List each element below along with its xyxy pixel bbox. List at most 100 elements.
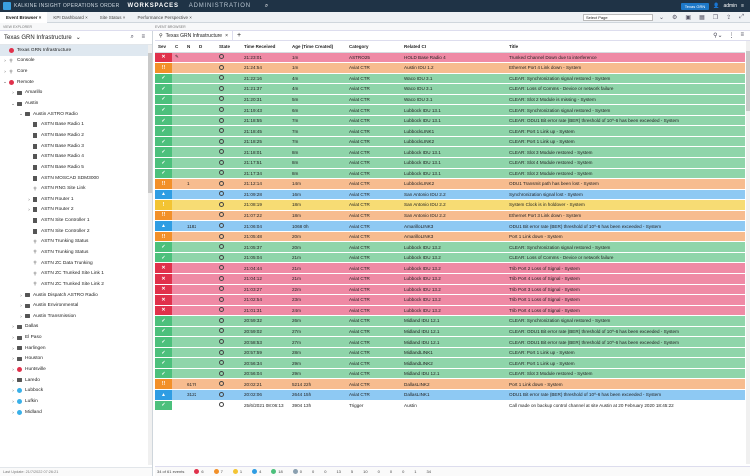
- tree-item[interactable]: › Austin Environmental: [0, 300, 149, 311]
- tree-item[interactable]: ⚲ ASTN ZC Trunked Site Link 2: [0, 279, 149, 290]
- tree-item[interactable]: ⌄ Austin: [0, 98, 149, 109]
- tab-performance-perspective[interactable]: Performance Perspective ×: [131, 12, 197, 23]
- table-row[interactable]: ✓ 20:59:02 27m Aviat CTR Midland IDU 12.1 CLE…: [155, 326, 745, 338]
- table-row[interactable]: ✓ 25/6/2021 08:06:13 3904 13h Trigger Austin…: [155, 400, 745, 412]
- tree-item[interactable]: › Amarillo: [0, 88, 149, 99]
- tree-item[interactable]: ⚲ ASTN RNG Site Link: [0, 183, 149, 194]
- tree-item[interactable]: ASTN Base Radio 3: [0, 141, 149, 152]
- severity-counter[interactable]: 1: [232, 469, 242, 475]
- table-row[interactable]: ✓ 21:05:04 21m Aviat CTR Lubbock IDU 13.2 CLE…: [155, 252, 745, 264]
- events-scrollbar[interactable]: [746, 41, 750, 464]
- table-row[interactable]: ✕ 21:03:27 22m Aviat CTR Lubbock IDU 13.2 Tri…: [155, 284, 745, 296]
- status-counter[interactable]: 13: [336, 469, 340, 474]
- column-header[interactable]: D: [196, 41, 216, 53]
- dropdown-chevron-icon[interactable]: ⌄: [659, 14, 664, 21]
- grid-icon[interactable]: ▦: [699, 14, 705, 21]
- nav-administration[interactable]: ADMINISTRATION: [189, 3, 251, 9]
- tree-item[interactable]: › El Paso: [0, 332, 149, 343]
- tab-kpi-dashboard[interactable]: KPI Dashboard ×: [47, 12, 93, 23]
- tree-item[interactable]: › Lubbock: [0, 386, 149, 397]
- tree-item[interactable]: › Huntsville: [0, 364, 149, 375]
- table-row[interactable]: !! 21:24:54 1m Aviat CTR Austin IDU 1.2 Ether…: [155, 62, 745, 74]
- tree-item[interactable]: ⚲ ASTN Trunking Status: [0, 237, 149, 248]
- column-header[interactable]: Related CI: [401, 41, 506, 53]
- table-row[interactable]: ✓ 21:05:37 20m Aviat CTR Lubbock IDU 13.2 CLE…: [155, 241, 745, 253]
- nav-workspaces[interactable]: WORKSPACES: [128, 3, 179, 9]
- explorer-title[interactable]: Texas GRN Infrastructure: [4, 35, 72, 41]
- more-icon[interactable]: ⋮: [728, 32, 734, 39]
- add-tab-icon[interactable]: +: [233, 32, 241, 39]
- table-row[interactable]: ✓ 21:17:51 8m Aviat CTR Lubbock IDU 13.1 CLEA…: [155, 157, 745, 169]
- tree-item[interactable]: ⌄ Austin ASTRO Radio: [0, 109, 149, 120]
- column-header[interactable]: Time Received: [241, 41, 289, 53]
- tree-item[interactable]: ⚲ ASTN Trunking Status: [0, 247, 149, 258]
- select-page-dropdown[interactable]: Select Page: [583, 13, 653, 21]
- status-counter[interactable]: 0: [378, 469, 380, 474]
- tree-item[interactable]: ASTN Base Radio 5: [0, 162, 149, 173]
- tree-item[interactable]: › Austin Dispatch ASTRO Radio: [0, 290, 149, 301]
- table-row[interactable]: !! 21:07:22 18m Aviat CTR San Antonio IDU 2.…: [155, 210, 745, 222]
- severity-counter[interactable]: 4: [252, 469, 261, 475]
- severity-counter[interactable]: 7: [213, 469, 223, 475]
- table-row[interactable]: ✓ 21:18:25 7m Aviat CTR LubbockLINK2 CLEAR: P…: [155, 136, 745, 148]
- table-row[interactable]: ✓ 21:18:55 7m Aviat CTR Lubbock IDU 13.1 CLEA…: [155, 115, 745, 127]
- tab-event-browser[interactable]: Event Browser ×: [0, 11, 48, 23]
- tree-item[interactable]: › Dallas: [0, 322, 149, 333]
- table-row[interactable]: ✓ 21:18:45 7m Aviat CTR LubbockLINK1 CLEAR: P…: [155, 125, 745, 137]
- column-header[interactable]: Age (Time Created): [289, 41, 346, 53]
- tree-item[interactable]: › ⚲ Core: [0, 66, 149, 77]
- tree-item[interactable]: › ⚲ Console: [0, 56, 149, 67]
- status-counter[interactable]: 0: [312, 469, 314, 474]
- tree-item[interactable]: › Harlingen: [0, 343, 149, 354]
- table-row[interactable]: ✓ 21:18:01 8m Aviat CTR Lubbock IDU 13.1 CLEA…: [155, 146, 745, 158]
- column-header[interactable]: C: [172, 41, 184, 53]
- status-counter[interactable]: 10: [363, 469, 367, 474]
- table-row[interactable]: ▲ 3122 20:02:062644 15hAviat CTRDallasLINK…: [155, 389, 745, 401]
- maximize-icon[interactable]: ⤢: [739, 14, 744, 21]
- tree-item[interactable]: ASTN Site Controller 2: [0, 226, 149, 237]
- table-row[interactable]: ✕ 21:04:44 21m Aviat CTR Lubbock IDU 13.2 Tri…: [155, 262, 745, 274]
- status-counter[interactable]: 0: [390, 469, 392, 474]
- tree-item[interactable]: › Austin Transmission: [0, 311, 149, 322]
- tree-item[interactable]: › Midland: [0, 407, 149, 418]
- table-row[interactable]: ✓ 21:20:31 5m Aviat CTR Waco IDU 3.1 CLEAR: S…: [155, 94, 745, 106]
- table-row[interactable]: !! 6176 20:02:215214 22hAviat CTRDallasLIN…: [155, 378, 745, 390]
- status-counter[interactable]: 34: [427, 469, 431, 474]
- column-header[interactable]: N: [184, 41, 196, 53]
- tab-site-status[interactable]: Site Status ×: [94, 12, 132, 23]
- columns-icon[interactable]: ≡: [740, 32, 744, 39]
- table-row[interactable]: ▲ 21:09:28 16m Aviat CTR San Antonio IDU 2.2…: [155, 189, 745, 201]
- event-tab-title[interactable]: Texas GRN Infrastructure: [166, 33, 222, 39]
- table-row[interactable]: ✕ ✎ 21:23:01 1m ASTRO25 HOLD Base Radio 4 Trun…: [155, 52, 745, 64]
- tree-item[interactable]: ASTN Base Radio 4: [0, 151, 149, 162]
- close-icon[interactable]: ×: [225, 33, 228, 39]
- settings-icon[interactable]: ⚙: [672, 14, 677, 21]
- table-row[interactable]: ▲ 1182 21:06:04 1068 0h Aviat CTR AmarilloLIN…: [155, 220, 745, 232]
- tree-item[interactable]: › ASTN Router 1: [0, 194, 149, 205]
- tree-item[interactable]: ASTN Base Radio 1: [0, 119, 149, 130]
- table-row[interactable]: !! 21:05:48 20m Aviat CTR AmarilloLINK3 Port …: [155, 231, 745, 243]
- user-name[interactable]: admin: [723, 3, 737, 9]
- tree-item[interactable]: ASTN Base Radio 2: [0, 130, 149, 141]
- tree-item[interactable]: › Lufkin: [0, 396, 149, 407]
- table-row[interactable]: ✕ 21:04:12 21m Aviat CTR Lubbock IDU 13.2 Tri…: [155, 273, 745, 285]
- table-row[interactable]: ✓ 20:58:53 27m Aviat CTR Midland IDU 12.1 CLE…: [155, 336, 745, 348]
- tree-scrollbar[interactable]: [148, 45, 152, 465]
- table-row[interactable]: ! 21:08:19 18m Aviat CTR San Antonio IDU 2.2…: [155, 199, 745, 211]
- table-row[interactable]: ✓ 21:17:34 8m Aviat CTR Lubbock IDU 13.1 CLEA…: [155, 168, 745, 180]
- tree-item[interactable]: › ASTN Router 2: [0, 205, 149, 216]
- table-row[interactable]: ✓ 20:57:59 28m Aviat CTR MidlandLINK1 CLEAR: …: [155, 347, 745, 359]
- tree-item[interactable]: ⚲ ASTN ZC Data Trunking: [0, 258, 149, 269]
- table-row[interactable]: ✓ 21:22:16 4m Aviat CTR Waco IDU 3.1 CLEAR: S…: [155, 73, 745, 85]
- filter-toggle-icon[interactable]: ⚲⌄: [713, 32, 722, 39]
- column-header[interactable]: Category: [346, 41, 401, 53]
- menu-icon[interactable]: ≡: [741, 3, 744, 9]
- tree-item[interactable]: › Houston: [0, 354, 149, 365]
- table-row[interactable]: ✓ 20:56:34 29m Aviat CTR MidlandLINK2 CLEAR: …: [155, 357, 745, 369]
- table-row[interactable]: ✕ 21:01:31 24m Aviat CTR Lubbock IDU 13.2 Tri…: [155, 305, 745, 317]
- tree-item[interactable]: Texas GRN Infrastructure: [0, 45, 149, 56]
- tree-item[interactable]: ⚲ ASTN ZC Trunked Site Link 1: [0, 268, 149, 279]
- tree-item[interactable]: ASTN MOSCAD SDM3000: [0, 173, 149, 184]
- severity-counter[interactable]: 0: [292, 469, 302, 475]
- tree-item[interactable]: › Laredo: [0, 375, 149, 386]
